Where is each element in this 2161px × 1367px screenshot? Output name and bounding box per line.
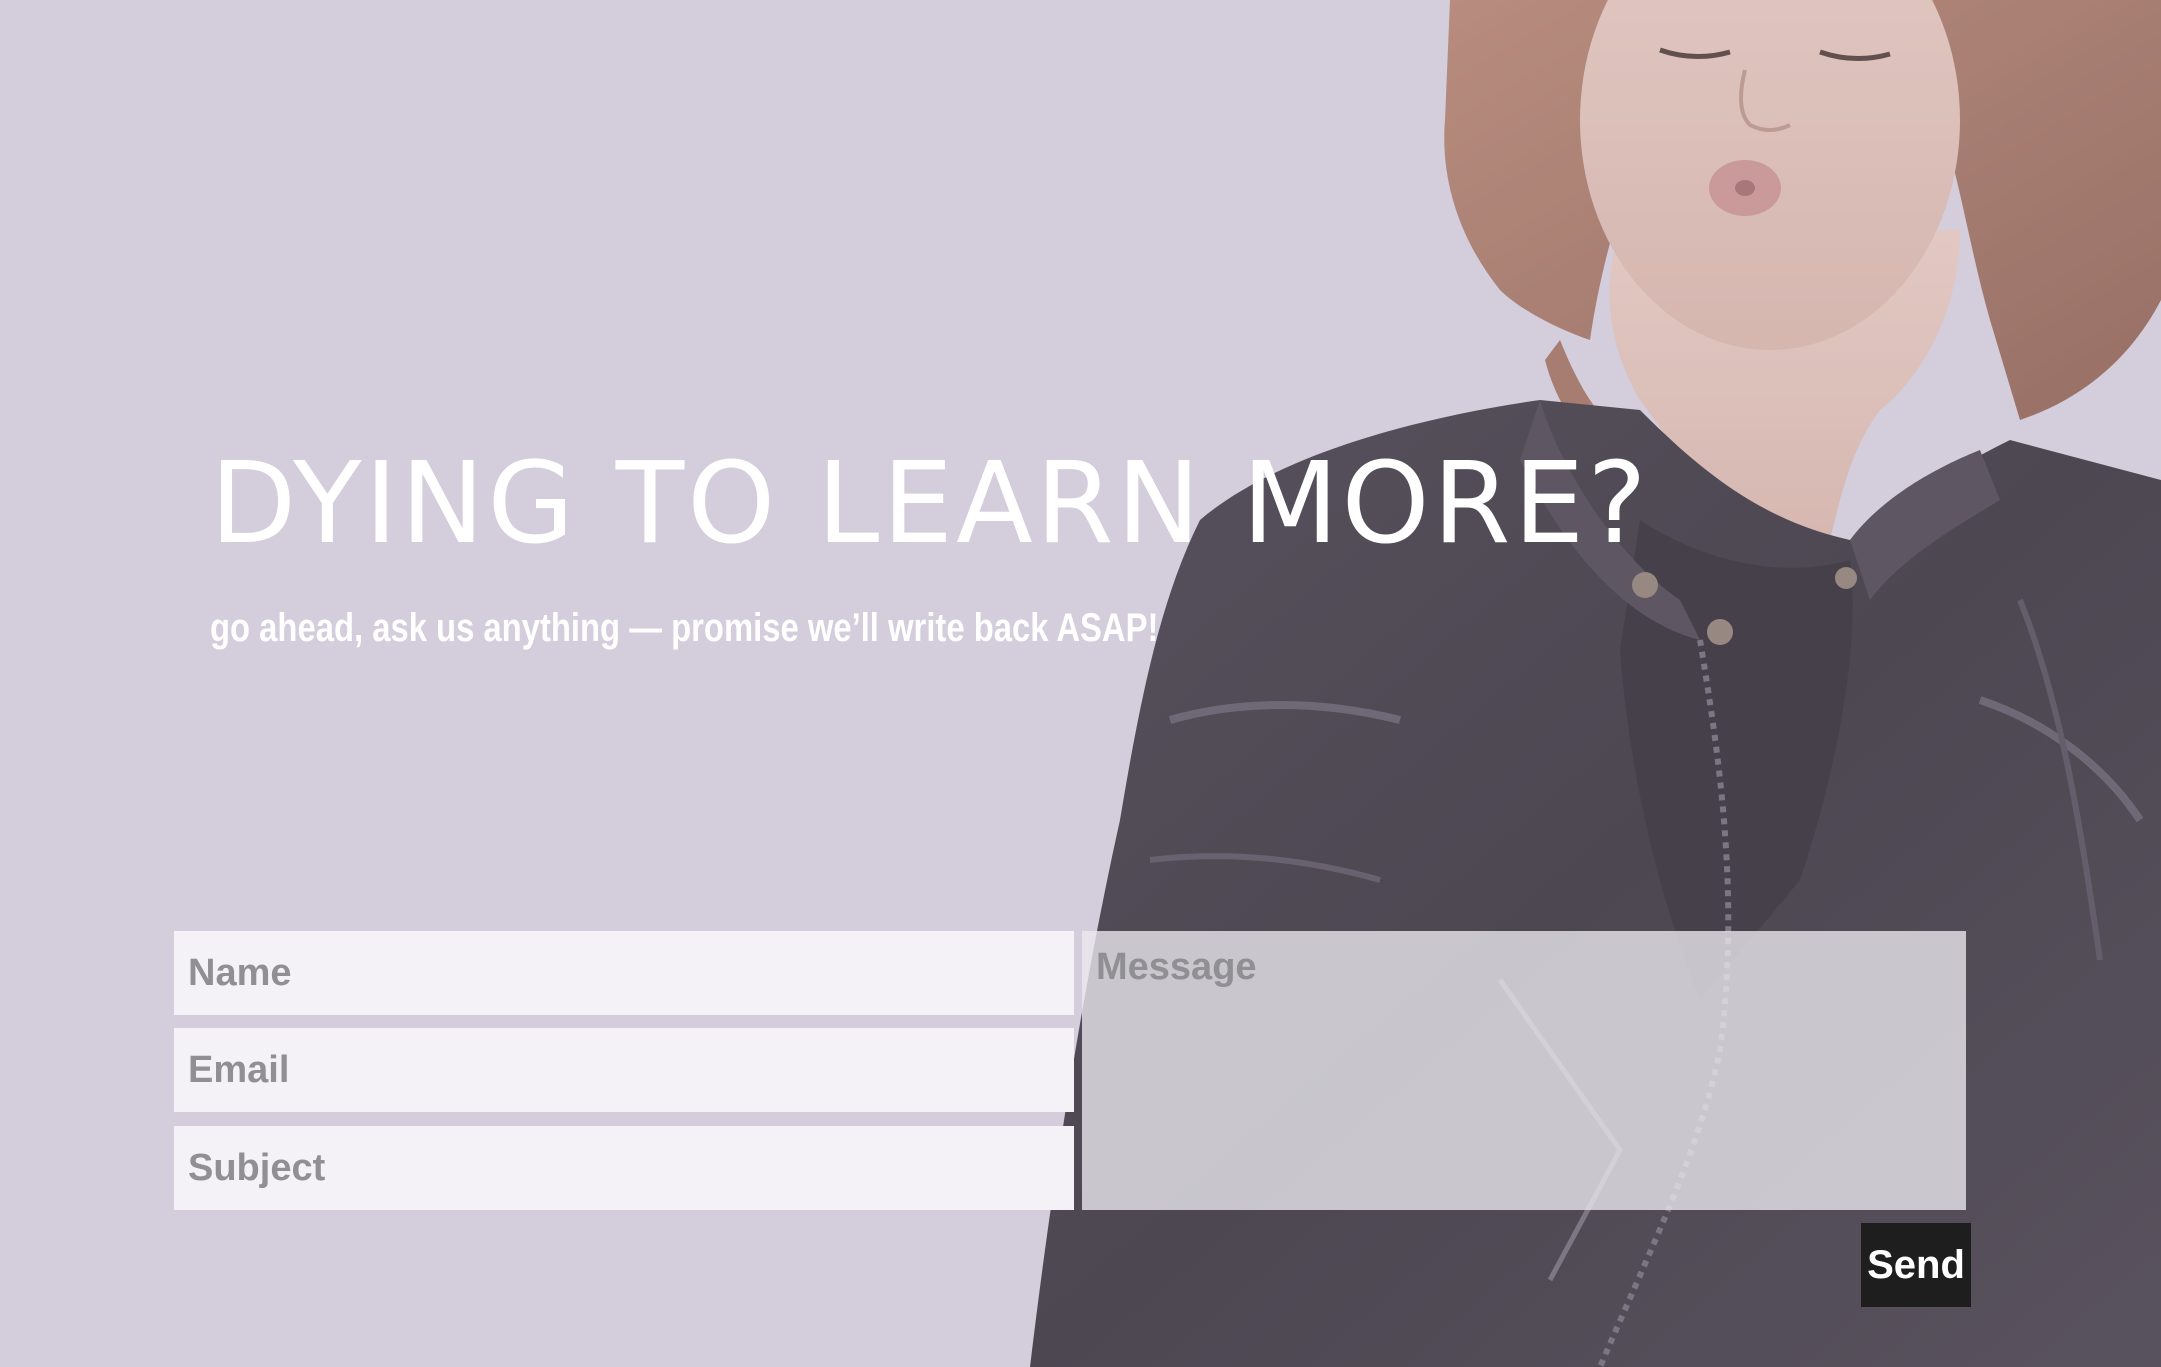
contact-section: DYING TO LEARN MORE? go ahead, ask us an… bbox=[0, 0, 2161, 1367]
email-field[interactable] bbox=[174, 1028, 1074, 1112]
name-field[interactable] bbox=[174, 931, 1074, 1015]
send-button[interactable]: Send bbox=[1861, 1223, 1971, 1307]
subject-field[interactable] bbox=[174, 1126, 1074, 1210]
page-title: DYING TO LEARN MORE? bbox=[210, 439, 1650, 569]
page-subtitle: go ahead, ask us anything — promise we’l… bbox=[210, 606, 1159, 650]
message-field[interactable] bbox=[1082, 931, 1966, 1210]
